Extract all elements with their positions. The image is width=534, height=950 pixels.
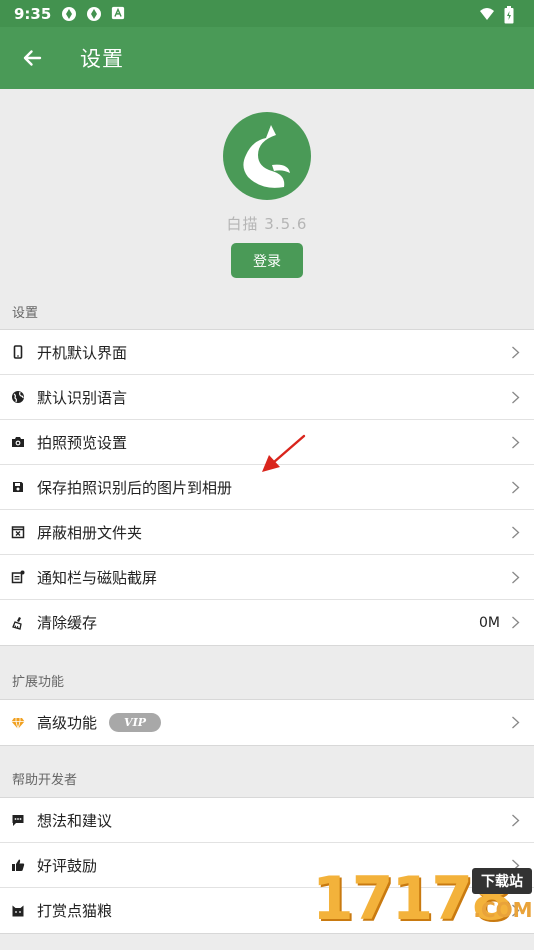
chat-bubble-icon xyxy=(11,813,25,827)
extensions-group: 高级功能 VIP xyxy=(0,699,534,746)
setting-label: 打赏点猫粮 xyxy=(37,902,113,920)
setting-premium-features[interactable]: 高级功能 VIP xyxy=(0,700,534,745)
setting-label: 好评鼓励 xyxy=(37,856,98,875)
camera-icon xyxy=(11,435,25,449)
thumbs-up-icon xyxy=(11,858,25,872)
chevron-right-icon xyxy=(512,436,520,449)
watermark-domain: .COM xyxy=(473,898,533,922)
setting-label: 默认识别语言 xyxy=(37,388,128,407)
notification-a-icon xyxy=(111,6,127,22)
back-button[interactable] xyxy=(0,27,64,89)
watermark-badge: 下载站 xyxy=(472,868,532,894)
setting-default-language[interactable]: 默认识别语言 xyxy=(0,375,534,420)
setting-notification-screenshot[interactable]: 通知栏与磁贴截屏 xyxy=(0,555,534,600)
chevron-right-icon xyxy=(512,716,520,729)
app-name-version: 白描 3.5.6 xyxy=(226,215,308,233)
section-title-extensions: 扩展功能 xyxy=(12,675,65,690)
settings-group: 开机默认界面 默认识别语言 拍照预览设置 保存拍照识别后的图片到相册 屏蔽相册文… xyxy=(0,329,534,646)
setting-clear-cache[interactable]: 清除缓存 0M xyxy=(0,600,534,645)
notification-screenshot-icon xyxy=(11,570,25,584)
setting-feedback[interactable]: 想法和建议 xyxy=(0,798,534,843)
annotation-arrow-icon xyxy=(262,434,306,472)
chevron-right-icon xyxy=(512,616,520,629)
app-logo xyxy=(222,111,312,201)
profile-header: 白描 3.5.6 登录 xyxy=(0,89,534,289)
chevron-right-icon xyxy=(512,571,520,584)
chevron-right-icon xyxy=(512,526,520,539)
status-time: 9:35 xyxy=(14,4,52,23)
page-title: 设置 xyxy=(80,47,124,71)
section-title-help: 帮助开发者 xyxy=(12,773,78,788)
app-bar: 设置 xyxy=(0,27,534,89)
globe-icon xyxy=(11,390,25,404)
back-arrow-icon xyxy=(23,50,42,66)
setting-label: 通知栏与磁贴截屏 xyxy=(37,568,158,587)
cat-icon xyxy=(11,904,25,918)
status-bar: 9:35 xyxy=(0,0,534,27)
setting-label: 想法和建议 xyxy=(37,811,113,830)
broom-icon xyxy=(11,616,25,630)
setting-label: 高级功能 xyxy=(37,714,98,732)
vip-badge: VIP xyxy=(109,713,162,732)
chevron-right-icon xyxy=(512,814,520,827)
chevron-right-icon xyxy=(512,391,520,404)
notification-app-icon xyxy=(86,6,102,22)
cache-size-value: 0M xyxy=(479,614,500,631)
setting-label: 屏蔽相册文件夹 xyxy=(37,523,143,542)
chevron-right-icon xyxy=(512,481,520,494)
save-icon xyxy=(11,480,25,494)
setting-label: 拍照预览设置 xyxy=(37,433,128,452)
battery-icon xyxy=(504,5,520,23)
setting-hide-album-folders[interactable]: 屏蔽相册文件夹 xyxy=(0,510,534,555)
setting-label: 开机默认界面 xyxy=(37,343,128,362)
setting-label: 保存拍照识别后的图片到相册 xyxy=(37,478,233,497)
login-button[interactable]: 登录 xyxy=(231,243,303,278)
notification-app-icon xyxy=(61,6,77,22)
hidden-folder-icon xyxy=(11,525,25,539)
phone-icon xyxy=(11,345,25,359)
setting-label: 清除缓存 xyxy=(37,614,98,632)
section-title-settings: 设置 xyxy=(12,306,39,321)
chevron-right-icon xyxy=(512,346,520,359)
diamond-icon xyxy=(11,716,25,730)
site-watermark: 17178 下载站 .COM xyxy=(312,864,534,950)
setting-startup-screen[interactable]: 开机默认界面 xyxy=(0,330,534,375)
wifi-icon xyxy=(479,6,495,22)
